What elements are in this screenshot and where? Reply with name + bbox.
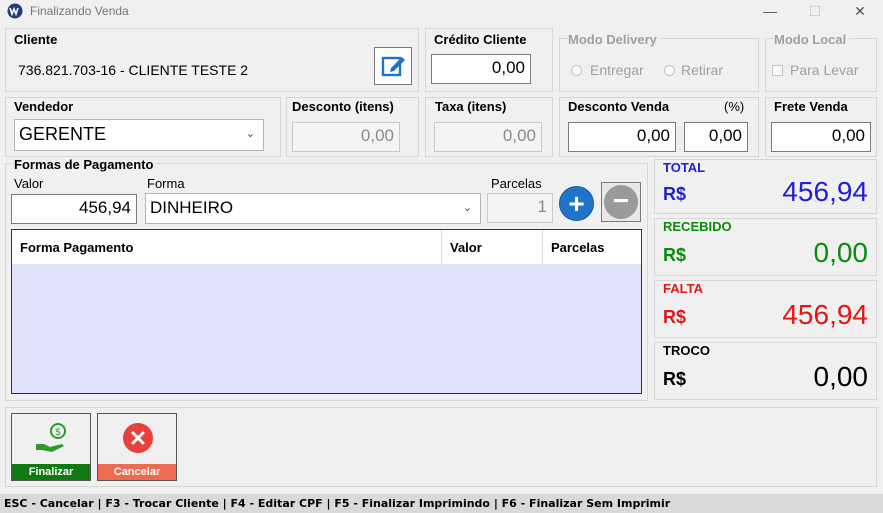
troco-value: 0,00	[813, 361, 869, 392]
para-levar-label: Para Levar	[790, 62, 859, 78]
total-label: TOTAL	[663, 160, 706, 175]
entregar-label: Entregar	[590, 62, 644, 78]
forma-select[interactable]: DINHEIRO ⌄	[145, 193, 481, 224]
valor-label: Valor	[14, 176, 44, 191]
cancelar-button[interactable]: Cancelar	[97, 413, 177, 481]
valor-field[interactable]: 456,94	[11, 194, 137, 224]
cancel-circle-icon	[123, 423, 153, 453]
falta-label: FALTA	[663, 281, 703, 296]
col-parcelas[interactable]: Parcelas	[542, 230, 641, 264]
modo-local-label: Modo Local	[774, 32, 850, 47]
payment-grid-header: Forma Pagamento Valor Parcelas	[12, 230, 641, 264]
desconto-venda-field[interactable]: 0,00	[568, 122, 676, 152]
app-logo-icon	[7, 3, 23, 19]
falta-box: FALTA R$ 456,94	[654, 280, 877, 338]
troco-label: TROCO	[663, 343, 710, 358]
recebido-box: RECEBIDO R$ 0,00	[654, 218, 877, 276]
total-box: TOTAL R$ 456,94	[654, 159, 877, 214]
title-bar	[0, 0, 883, 24]
delivery-label: Modo Delivery	[568, 32, 660, 47]
window-title: Finalizando Venda	[30, 4, 129, 18]
frete-label: Frete Venda	[774, 99, 848, 114]
pagamento-label: Formas de Pagamento	[14, 157, 157, 172]
entregar-radio[interactable]	[571, 65, 582, 76]
retirar-label: Retirar	[681, 62, 724, 78]
taxa-itens-field: 0,00	[434, 122, 542, 152]
recebido-label: RECEBIDO	[663, 219, 732, 234]
remove-payment-button[interactable]: −	[601, 182, 641, 222]
desconto-pct-field[interactable]: 0,00	[684, 122, 748, 152]
cliente-label: Cliente	[14, 32, 58, 47]
recebido-currency: R$	[663, 245, 687, 265]
credito-field[interactable]: 0,00	[431, 54, 531, 84]
retirar-radio[interactable]	[664, 65, 675, 76]
minus-icon: −	[604, 185, 638, 219]
edit-icon	[381, 56, 405, 77]
finalizar-button[interactable]: $ Finalizar	[11, 413, 91, 481]
cancelar-label: Cancelar	[98, 464, 176, 480]
maximize-button[interactable]: ☐	[805, 2, 825, 20]
cliente-group	[5, 28, 419, 92]
vendedor-select[interactable]: GERENTE ⌄	[14, 119, 264, 151]
add-payment-button[interactable]: +	[559, 186, 594, 221]
col-forma-pagamento[interactable]: Forma Pagamento	[12, 230, 442, 264]
parcelas-label: Parcelas	[491, 176, 542, 191]
desconto-pct-label: (%)	[724, 99, 745, 114]
vendedor-label: Vendedor	[14, 99, 74, 114]
falta-currency: R$	[663, 307, 687, 327]
close-button[interactable]: ✕	[850, 2, 870, 20]
troco-currency: R$	[663, 369, 687, 389]
minimize-button[interactable]: —	[760, 2, 780, 20]
finalizar-label: Finalizar	[12, 464, 90, 480]
edit-cliente-button[interactable]	[374, 47, 412, 85]
chevron-down-icon: ⌄	[462, 202, 472, 214]
desconto-itens-field: 0,00	[292, 122, 400, 152]
payment-grid[interactable]: Forma Pagamento Valor Parcelas	[11, 229, 642, 394]
desconto-venda-label: Desconto Venda	[568, 99, 670, 114]
total-currency: R$	[663, 184, 687, 204]
recebido-value: 0,00	[813, 237, 869, 268]
col-valor[interactable]: Valor	[441, 230, 543, 264]
chevron-down-icon: ⌄	[245, 128, 255, 140]
cliente-value: 736.821.703-16 - CLIENTE TESTE 2	[18, 62, 249, 78]
svg-text:$: $	[55, 427, 61, 438]
credito-label: Crédito Cliente	[434, 32, 527, 47]
falta-value: 456,94	[782, 299, 868, 330]
vendedor-value: GERENTE	[19, 124, 107, 144]
forma-label: Forma	[147, 176, 185, 191]
total-value: 456,94	[782, 176, 868, 207]
para-levar-checkbox[interactable]	[772, 65, 783, 76]
plus-icon: +	[568, 188, 585, 219]
forma-value: DINHEIRO	[150, 198, 234, 217]
desconto-itens-label: Desconto (itens)	[292, 99, 394, 114]
troco-box: TROCO R$ 0,00	[654, 342, 877, 400]
shortcut-status-bar: ESC - Cancelar | F3 - Trocar Cliente | F…	[0, 494, 883, 513]
taxa-itens-label: Taxa (itens)	[435, 99, 507, 114]
parcelas-field: 1	[487, 193, 553, 223]
frete-field[interactable]: 0,00	[771, 122, 871, 152]
money-hand-icon: $	[36, 423, 66, 452]
